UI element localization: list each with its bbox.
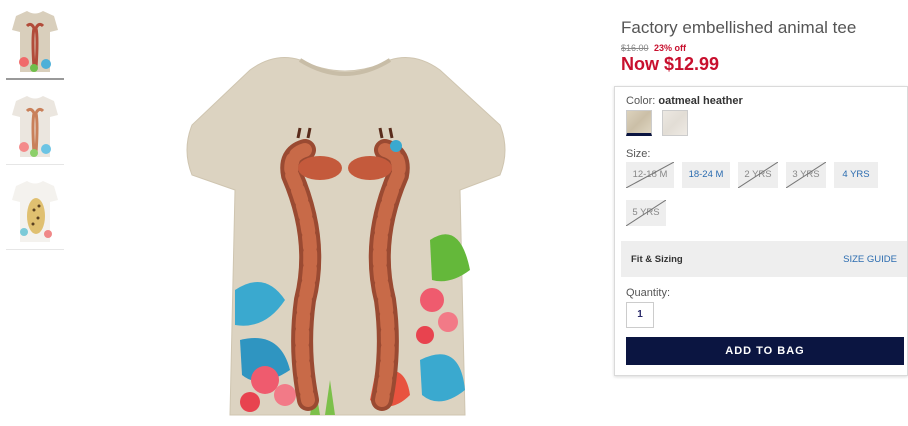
- size-guide-link[interactable]: SIZE GUIDE: [843, 254, 897, 265]
- color-label-text: Color:: [626, 95, 656, 107]
- thumbnail-3[interactable]: [6, 176, 64, 250]
- tee-thumbnail-image: [12, 96, 58, 157]
- size-option-18-24m[interactable]: 18-24 M: [682, 162, 730, 188]
- discount-badge: 23% off: [654, 43, 687, 53]
- product-title: Factory embellished animal tee: [621, 18, 857, 37]
- unavailable-strike-icon: [626, 200, 666, 226]
- size-option-4yrs[interactable]: 4 YRS: [834, 162, 878, 188]
- size-option-12-18m[interactable]: 12-18 M: [626, 162, 674, 188]
- selected-color-name: oatmeal heather: [658, 95, 743, 107]
- unavailable-strike-icon: [786, 162, 826, 188]
- fit-sizing-label: Fit & Sizing: [631, 254, 683, 265]
- tee-thumbnail-image: [12, 11, 58, 72]
- color-swatch-oatmeal-heather[interactable]: [626, 110, 652, 136]
- size-option-label: 18-24 M: [688, 169, 724, 180]
- size-option-2yrs[interactable]: 2 YRS: [738, 162, 778, 188]
- thumbnail-2[interactable]: [6, 91, 64, 165]
- product-main-image[interactable]: [170, 40, 520, 425]
- quantity-input[interactable]: 1: [626, 302, 654, 328]
- unavailable-strike-icon: [738, 162, 778, 188]
- product-options-panel: Color: oatmeal heather Size: 12-18 M 18-…: [614, 86, 908, 376]
- color-swatch-light-heather[interactable]: [662, 110, 688, 136]
- add-to-bag-button[interactable]: ADD TO BAG: [626, 337, 904, 365]
- unavailable-strike-icon: [626, 162, 674, 188]
- size-option-label: 4 YRS: [842, 169, 870, 180]
- color-label: Color: oatmeal heather: [626, 95, 743, 107]
- original-price: $16.00: [621, 43, 649, 53]
- tee-image: [186, 57, 506, 416]
- size-option-5yrs[interactable]: 5 YRS: [626, 200, 666, 226]
- fit-sizing-bar[interactable]: Fit & Sizing SIZE GUIDE: [621, 241, 907, 277]
- tee-thumbnail-image: [12, 181, 58, 242]
- sale-price: Now $12.99: [621, 54, 720, 74]
- thumbnail-1[interactable]: [6, 6, 64, 80]
- price-row: $16.00 23% off: [621, 43, 686, 53]
- quantity-label: Quantity:: [626, 287, 671, 299]
- size-option-3yrs[interactable]: 3 YRS: [786, 162, 826, 188]
- size-label: Size:: [626, 148, 651, 160]
